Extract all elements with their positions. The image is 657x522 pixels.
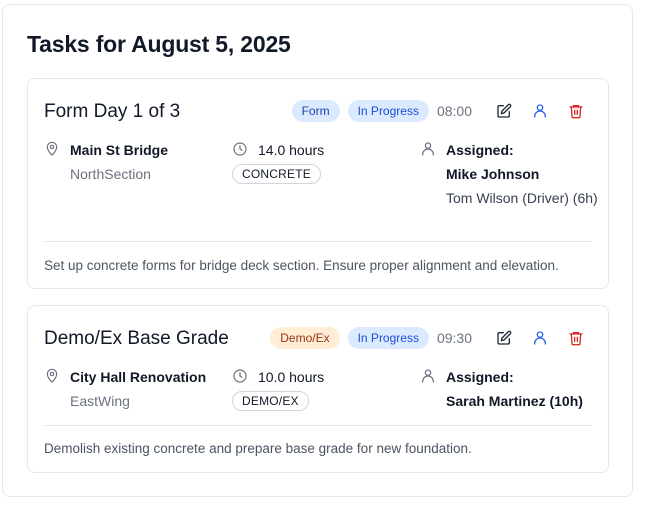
task-header-actions: Form In Progress 08:00 — [291, 99, 590, 123]
assign-user-icon — [534, 331, 546, 345]
edit-task-button[interactable] — [490, 326, 518, 350]
assignee-name: Tom Wilson (Driver) (6h) — [446, 190, 598, 206]
task-header-actions: Demo/Ex In Progress 09:30 — [270, 326, 590, 350]
task-time: 09:30 — [436, 330, 472, 346]
task-title: Form Day 1 of 3 — [44, 101, 181, 122]
location-section: EastWing — [70, 393, 130, 409]
task-location: City Hall Renovation EastWing — [44, 368, 206, 410]
task-assigned: Assigned: Mike Johnson Tom Wilson (Drive… — [420, 141, 600, 207]
hours-value: 10.0 hours — [258, 369, 325, 385]
task-type-badge: Form — [291, 100, 340, 122]
divider — [44, 425, 592, 426]
task-time: 08:00 — [436, 103, 472, 119]
status-badge: In Progress — [347, 327, 429, 349]
task-hours: 10.0 hours DEMO/EX — [232, 368, 324, 411]
delete-task-button[interactable] — [562, 326, 590, 350]
task-location: Main St Bridge NorthSection — [44, 141, 168, 183]
status-badge: In Progress — [347, 100, 429, 122]
clock-icon — [232, 141, 250, 159]
user-icon — [420, 141, 438, 159]
category-chip: DEMO/EX — [232, 391, 309, 411]
task-assigned: Assigned: Sarah Martinez (10h) — [420, 368, 600, 410]
assign-user-button[interactable] — [526, 326, 554, 350]
delete-task-button[interactable] — [562, 99, 590, 123]
assignee-name: Mike Johnson — [446, 166, 540, 182]
trash-icon — [569, 332, 583, 346]
trash-icon — [569, 105, 583, 119]
clock-icon — [232, 368, 250, 386]
edit-icon — [497, 330, 512, 345]
edit-task-button[interactable] — [490, 99, 518, 123]
assign-user-icon — [534, 104, 546, 118]
location-name: Main St Bridge — [70, 142, 169, 158]
page-title: Tasks for August 5, 2025 — [27, 31, 291, 57]
category-chip: CONCRETE — [232, 164, 321, 184]
assign-user-button[interactable] — [526, 99, 554, 123]
map-pin-icon — [44, 141, 62, 159]
assigned-label: Assigned: — [446, 369, 514, 385]
task-card: Demo/Ex Base Grade Demo/Ex In Progress 0… — [27, 305, 609, 473]
map-pin-icon — [44, 368, 62, 386]
hours-value: 14.0 hours — [258, 142, 325, 158]
task-type-badge: Demo/Ex — [270, 327, 340, 349]
location-name: City Hall Renovation — [70, 369, 207, 385]
user-icon — [420, 368, 438, 386]
edit-icon — [497, 103, 512, 118]
assigned-label: Assigned: — [446, 142, 514, 158]
task-hours: 14.0 hours CONCRETE — [232, 141, 324, 184]
task-description: Demolish existing concrete and prepare b… — [44, 441, 472, 456]
tasks-panel: Tasks for August 5, 2025 Form Day 1 of 3… — [2, 4, 633, 497]
task-title: Demo/Ex Base Grade — [44, 328, 229, 349]
location-section: NorthSection — [70, 166, 151, 182]
divider — [44, 241, 592, 242]
task-card: Form Day 1 of 3 Form In Progress 08:00 M… — [27, 78, 609, 289]
task-description: Set up concrete forms for bridge deck se… — [44, 258, 559, 273]
assignee-name: Sarah Martinez (10h) — [446, 393, 583, 409]
